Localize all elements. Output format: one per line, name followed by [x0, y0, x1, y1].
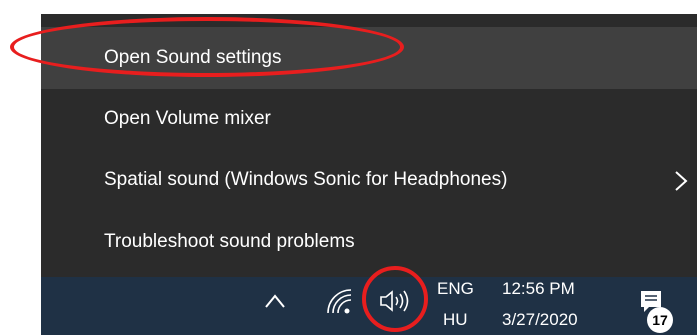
menu-item-label: Open Sound settings — [104, 47, 282, 68]
notification-count: 17 — [652, 312, 668, 328]
wifi-icon[interactable] — [324, 286, 354, 316]
menu-item-troubleshoot[interactable]: Troubleshoot sound problems — [41, 211, 697, 273]
taskbar — [41, 277, 697, 335]
menu-item-label: Troubleshoot sound problems — [104, 231, 355, 252]
clock-date[interactable]: 3/27/2020 — [502, 310, 578, 330]
menu-item-label: Spatial sound (Windows Sonic for Headpho… — [104, 169, 508, 190]
language-indicator[interactable]: ENG — [437, 279, 474, 299]
clock-time[interactable]: 12:56 PM — [502, 279, 575, 299]
chevron-right-icon — [675, 171, 688, 191]
sound-context-menu: Open Sound settings Open Volume mixer Sp… — [41, 14, 697, 277]
menu-item-spatial-sound[interactable]: Spatial sound (Windows Sonic for Headpho… — [41, 149, 697, 211]
menu-item-open-volume-mixer[interactable]: Open Volume mixer — [41, 88, 697, 150]
menu-item-label: Open Volume mixer — [104, 108, 271, 129]
speaker-icon[interactable] — [378, 288, 412, 314]
menu-item-open-sound-settings[interactable]: Open Sound settings — [41, 27, 697, 89]
notification-count-badge: 17 — [647, 307, 673, 333]
region-indicator[interactable]: HU — [443, 310, 468, 330]
chevron-up-icon[interactable] — [263, 292, 287, 310]
